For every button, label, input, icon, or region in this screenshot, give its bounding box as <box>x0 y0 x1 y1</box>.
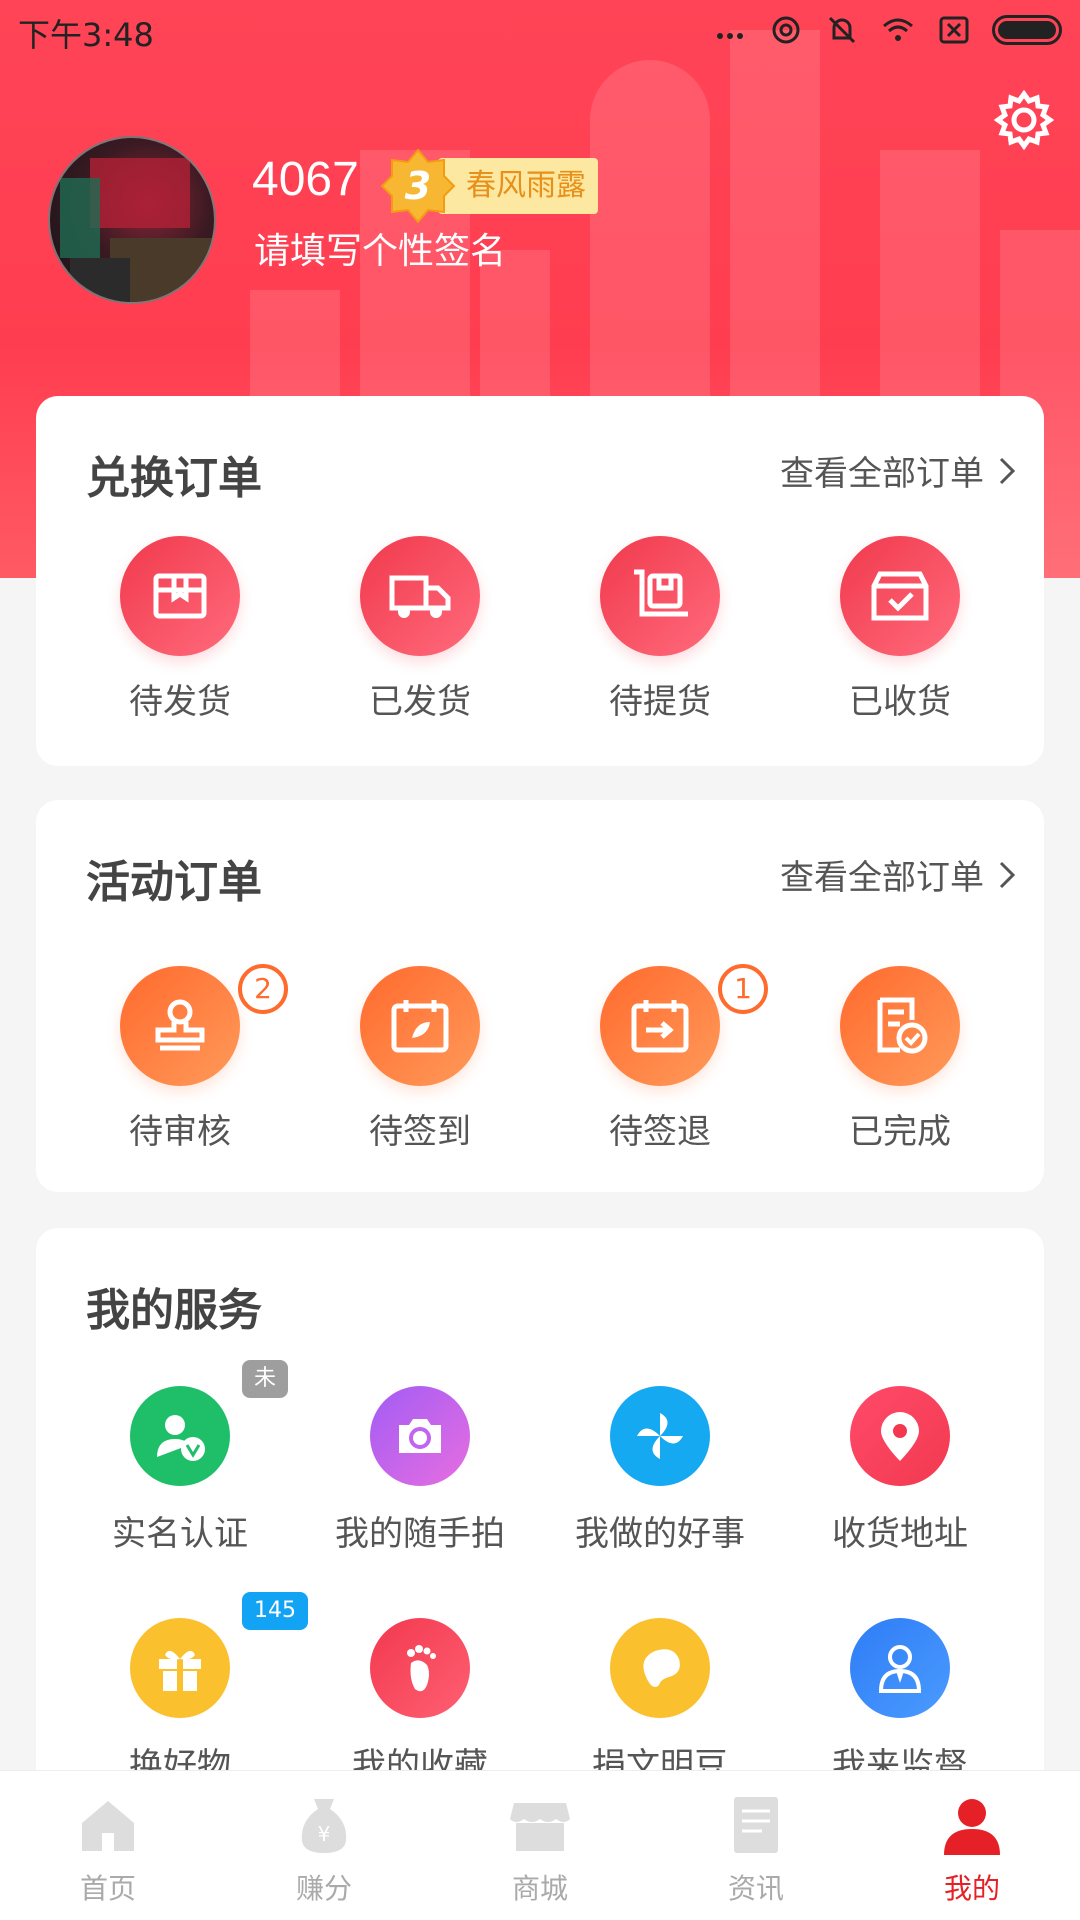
order-status-label: 已收货 <box>849 682 951 722</box>
nav-home[interactable]: 首页 <box>28 1789 188 1907</box>
service-good-deeds[interactable]: 我做的好事 <box>540 1386 780 1555</box>
activity-status-label: 已完成 <box>849 1112 951 1152</box>
status-icons <box>712 12 1062 48</box>
calendar-leaf-icon <box>360 966 480 1086</box>
profile-page: 下午3:48 4067 3 春风雨露 请填写个性签名 兑换订单 查看全部订单 待… <box>0 0 1080 1920</box>
exchange-orders-title: 兑换订单 <box>86 453 262 504</box>
shop-icon <box>510 1803 570 1851</box>
news-icon <box>734 1797 778 1853</box>
my-services-title: 我的服务 <box>86 1285 262 1336</box>
nav-news[interactable]: 资讯 <box>676 1789 836 1907</box>
bean-icon <box>610 1618 710 1718</box>
service-real-name-verify[interactable]: 未认证 实名认证 <box>60 1360 300 1555</box>
level-name: 春风雨露 <box>438 158 598 214</box>
service-label: 我做的好事 <box>575 1514 745 1554</box>
exchange-orders-card: 兑换订单 查看全部订单 待发货 已发货 待提货 已收货 <box>36 396 1044 766</box>
service-label: 收货地址 <box>832 1514 968 1554</box>
stamp-icon: 2 <box>120 964 288 1086</box>
avatar[interactable] <box>48 136 216 304</box>
signature-prompt[interactable]: 请填写个性签名 <box>254 222 506 274</box>
activity-status-completed[interactable]: 已完成 <box>780 966 1020 1153</box>
profile-icon <box>944 1799 1000 1855</box>
status-time: 下午3:48 <box>18 16 154 54</box>
service-redeem-goods[interactable]: 145豆 换好物 <box>60 1592 308 1787</box>
service-label: 我的随手拍 <box>335 1514 505 1554</box>
package-box-icon <box>120 536 240 656</box>
battery-icon <box>992 15 1062 45</box>
nav-mine[interactable]: 我的 <box>892 1789 1052 1907</box>
box-check-icon <box>840 536 960 656</box>
footprint-icon <box>370 1618 470 1718</box>
activity-orders-title: 活动订单 <box>86 857 262 908</box>
level-number: 3 <box>404 164 432 208</box>
service-supervise[interactable]: 我来监督 <box>780 1618 1020 1787</box>
mute-bell-icon <box>828 16 856 44</box>
activity-status-label: 待审核 <box>129 1112 231 1152</box>
verify-status-tag: 未认证 <box>242 1360 289 1467</box>
pickup-shelf-icon <box>600 536 720 656</box>
wifi-icon <box>883 18 913 41</box>
my-services-card: 我的服务 未认证 实名认证 我的随手拍 我做的好事 收货地址 145豆 换好物 … <box>36 1228 1044 1788</box>
svg-text:¥: ¥ <box>318 1822 331 1846</box>
no-sim-icon <box>939 16 969 44</box>
activity-orders-card: 活动订单 查看全部订单 2 待审核 待签到 1 待签退 已完成 <box>36 800 1044 1192</box>
review-count-badge: 2 <box>238 964 288 1014</box>
order-status-shipped[interactable]: 已发货 <box>300 536 540 723</box>
location-pin-icon <box>850 1386 950 1486</box>
order-status-pickup[interactable]: 待提货 <box>540 536 780 723</box>
service-snapshot[interactable]: 我的随手拍 <box>300 1386 540 1555</box>
nav-label: 我的 <box>943 1872 1000 1905</box>
supervisor-icon <box>850 1618 950 1718</box>
view-all-label: 查看全部订单 <box>780 858 984 898</box>
money-bag-icon: ¥ <box>301 1799 347 1853</box>
camera-icon <box>370 1386 470 1486</box>
nav-label: 赚分 <box>295 1872 352 1905</box>
calendar-arrow-icon: 1 <box>600 964 768 1086</box>
pinwheel-icon <box>610 1386 710 1486</box>
nav-label: 资讯 <box>727 1872 784 1905</box>
nav-label: 商城 <box>511 1872 568 1905</box>
activity-status-label: 待签到 <box>369 1112 471 1152</box>
service-shipping-address[interactable]: 收货地址 <box>780 1386 1020 1555</box>
service-favorites[interactable]: 我的收藏 <box>300 1618 540 1787</box>
activity-status-checkout[interactable]: 1 待签退 <box>540 964 780 1153</box>
level-badge-group: 3 春风雨露 <box>380 148 598 224</box>
order-status-label: 待提货 <box>609 682 711 722</box>
order-status-pending-ship[interactable]: 待发货 <box>60 536 300 723</box>
truck-icon <box>360 536 480 656</box>
checkout-count-badge: 1 <box>718 964 768 1014</box>
activity-status-checkin[interactable]: 待签到 <box>300 966 540 1153</box>
settings-gear-icon[interactable] <box>992 88 1056 152</box>
document-check-icon <box>840 966 960 1086</box>
activity-status-label: 待签退 <box>609 1112 711 1152</box>
username: 4067 <box>252 153 359 206</box>
order-status-label: 已发货 <box>369 682 471 722</box>
hotspot-icon <box>772 16 800 44</box>
nav-mall[interactable]: 商城 <box>460 1789 620 1907</box>
order-status-label: 待发货 <box>129 682 231 722</box>
user-verify-icon: 未认证 <box>130 1360 289 1486</box>
service-donate-beans[interactable]: 捐文明豆 <box>540 1618 780 1787</box>
beans-balance-tag: 145豆 <box>242 1592 308 1661</box>
service-label: 实名认证 <box>112 1514 248 1554</box>
view-all-label: 查看全部订单 <box>780 454 984 494</box>
exchange-view-all-link[interactable]: 查看全部订单 <box>780 446 1016 495</box>
nav-label: 首页 <box>79 1872 136 1905</box>
chevron-right-icon <box>999 861 1016 888</box>
bottom-nav: 首页 ¥ 赚分 商城 资讯 我的 <box>0 1770 1080 1920</box>
chevron-right-icon <box>999 457 1016 484</box>
status-bar: 下午3:48 <box>0 0 1080 60</box>
order-status-received[interactable]: 已收货 <box>780 536 1020 723</box>
home-icon <box>82 1801 134 1851</box>
nav-earn-points[interactable]: ¥ 赚分 <box>244 1789 404 1907</box>
more-dots-icon <box>717 33 743 39</box>
gift-icon: 145豆 <box>130 1592 308 1718</box>
level-star-icon: 3 <box>380 148 456 224</box>
activity-view-all-link[interactable]: 查看全部订单 <box>780 850 1016 899</box>
activity-status-review[interactable]: 2 待审核 <box>60 964 300 1153</box>
